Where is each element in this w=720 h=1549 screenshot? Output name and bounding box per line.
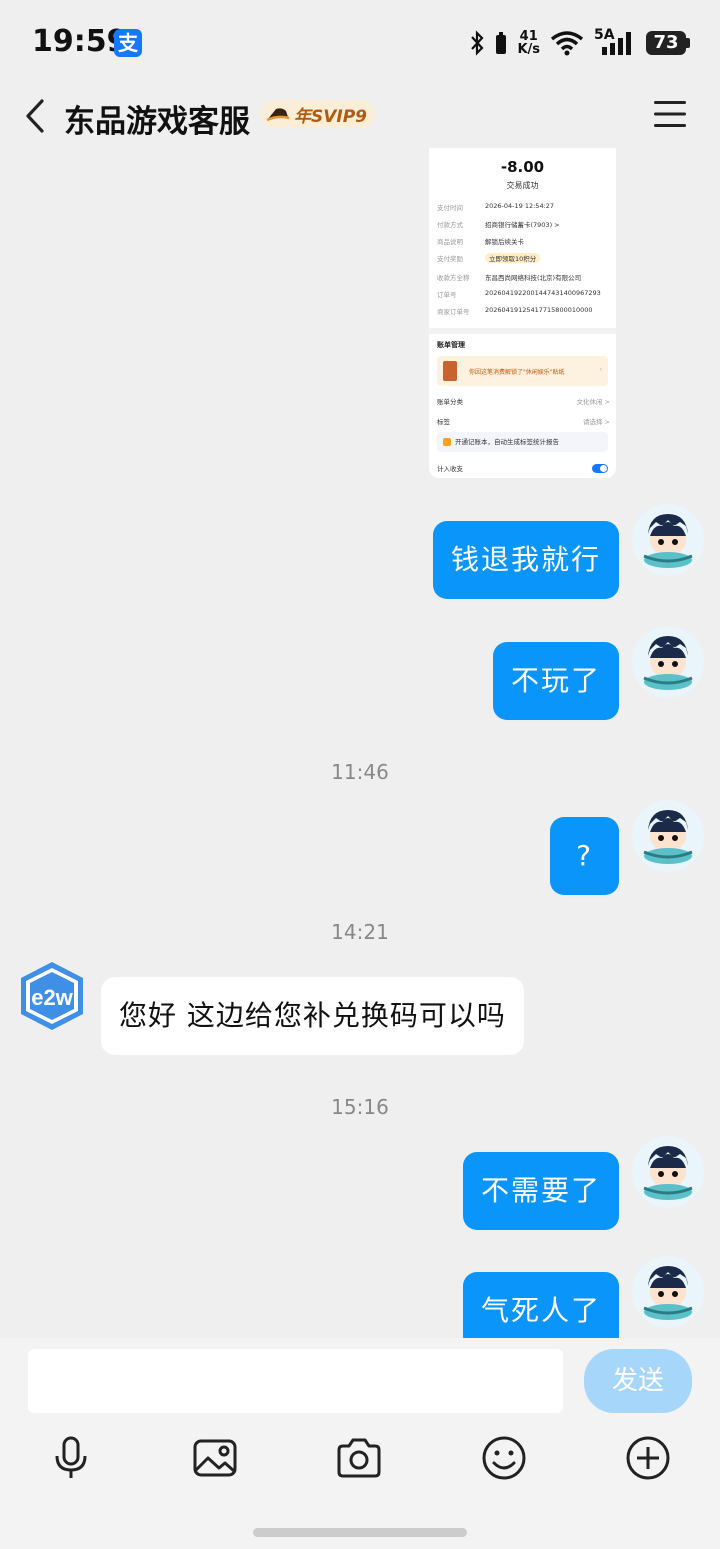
agent-avatar[interactable]: e2w <box>15 960 89 1032</box>
receipt-row: 支付时间 2026-04-19 12:54:27 <box>437 202 555 212</box>
sticker-image <box>443 361 457 381</box>
boy-avatar-icon <box>643 636 693 690</box>
page-title: 东品游戏客服 <box>64 104 250 140</box>
chat-header: 东品游戏客服 年SVIP9 <box>0 86 720 148</box>
cell-signal: 5A <box>594 27 636 57</box>
send-button[interactable]: 发送 <box>584 1349 692 1413</box>
message-bubble-outgoing[interactable]: ? <box>550 817 619 895</box>
message-bubble-incoming[interactable]: 您好 这边给您补兑换码可以吗 <box>101 977 524 1055</box>
user-avatar[interactable] <box>632 626 704 698</box>
bill-category: 账单分类 文化休闲 > <box>437 398 610 406</box>
sticker-banner: 你因这笔消费解锁了"休闲娱乐"贴纸 › <box>437 356 608 386</box>
include-toggle <box>592 464 608 473</box>
user-avatar[interactable] <box>632 504 704 576</box>
include-toggle-label: 计入收支 <box>437 465 463 473</box>
receipt-row: 收款方全称 东昌西尚网络科技(北京)有限公司 <box>437 274 582 282</box>
timestamp: 11:46 <box>331 760 389 784</box>
svg-text:e2w: e2w <box>31 985 73 1010</box>
receipt-row: 订单号 2026041922001447431400967293 <box>437 289 601 299</box>
user-avatar[interactable] <box>632 800 704 872</box>
message-bubble-outgoing[interactable]: 不玩了 <box>492 642 619 720</box>
microphone-icon[interactable] <box>47 1434 95 1482</box>
bill-mgmt-label: 账单管理 <box>437 341 465 349</box>
e2w-logo-icon: e2w <box>21 962 83 1030</box>
receipt-row: 付款方式 招商银行储蓄卡(7903) > <box>437 221 560 229</box>
user-avatar[interactable] <box>632 1256 704 1328</box>
receipt-row: 商品说明 解锁后续关卡 <box>437 238 524 246</box>
bookkeeping-tip: 开通记账本，自动生成标签统计报告 <box>437 432 608 452</box>
home-indicator[interactable] <box>253 1528 467 1537</box>
message-bubble-outgoing[interactable]: 钱退我就行 <box>432 521 619 599</box>
battery-level: 73 <box>646 31 686 55</box>
net-speed: 41 K/s <box>517 29 540 57</box>
menu-icon[interactable] <box>654 100 686 128</box>
boy-avatar-icon <box>643 514 693 568</box>
user-avatar[interactable] <box>632 1136 704 1208</box>
camera-icon[interactable] <box>335 1434 383 1482</box>
back-icon[interactable] <box>20 96 50 136</box>
receipt-row: 支付奖励 立即领取10积分 <box>437 253 610 263</box>
bluetooth-icon <box>471 30 484 56</box>
add-icon[interactable] <box>624 1434 672 1482</box>
battery-icon: 73 <box>646 31 690 55</box>
image-icon[interactable] <box>191 1434 239 1482</box>
message-bubble-outgoing[interactable]: 不需要了 <box>462 1152 619 1230</box>
receipt-image[interactable]: -8.00 交易成功 支付时间 2026-04-19 12:54:27 付款方式招… <box>429 148 616 478</box>
alipay-icon: 支 <box>114 29 142 57</box>
timestamp: 15:16 <box>331 1095 389 1119</box>
boy-avatar-icon <box>643 1146 693 1200</box>
boy-avatar-icon <box>643 810 693 864</box>
receipt-status: 交易成功 <box>506 181 539 190</box>
wifi-icon <box>550 31 584 56</box>
timestamp: 14:21 <box>331 920 389 944</box>
emoji-icon[interactable] <box>480 1434 528 1482</box>
input-bar: 发送 <box>0 1338 720 1549</box>
receipt-amount: -8.00 <box>500 158 545 176</box>
bill-tag: 标签 请选择 > <box>437 418 610 426</box>
chat-area[interactable]: -8.00 交易成功 支付时间 2026-04-19 12:54:27 付款方式招… <box>0 148 720 1338</box>
vip-hat-icon <box>266 108 290 122</box>
phone-battery-icon <box>496 32 507 54</box>
receipt-row: 商家订单号 20260419125417715800010000 <box>437 306 593 316</box>
boy-avatar-icon <box>643 1266 693 1320</box>
signal-icon <box>602 32 631 55</box>
message-bubble-outgoing[interactable]: 气死人了 <box>462 1272 619 1338</box>
status-bar: 19:59 支 41 K/s 5A 73 <box>0 0 720 86</box>
vip-badge: 年SVIP9 <box>260 100 376 128</box>
message-input[interactable] <box>28 1349 563 1413</box>
